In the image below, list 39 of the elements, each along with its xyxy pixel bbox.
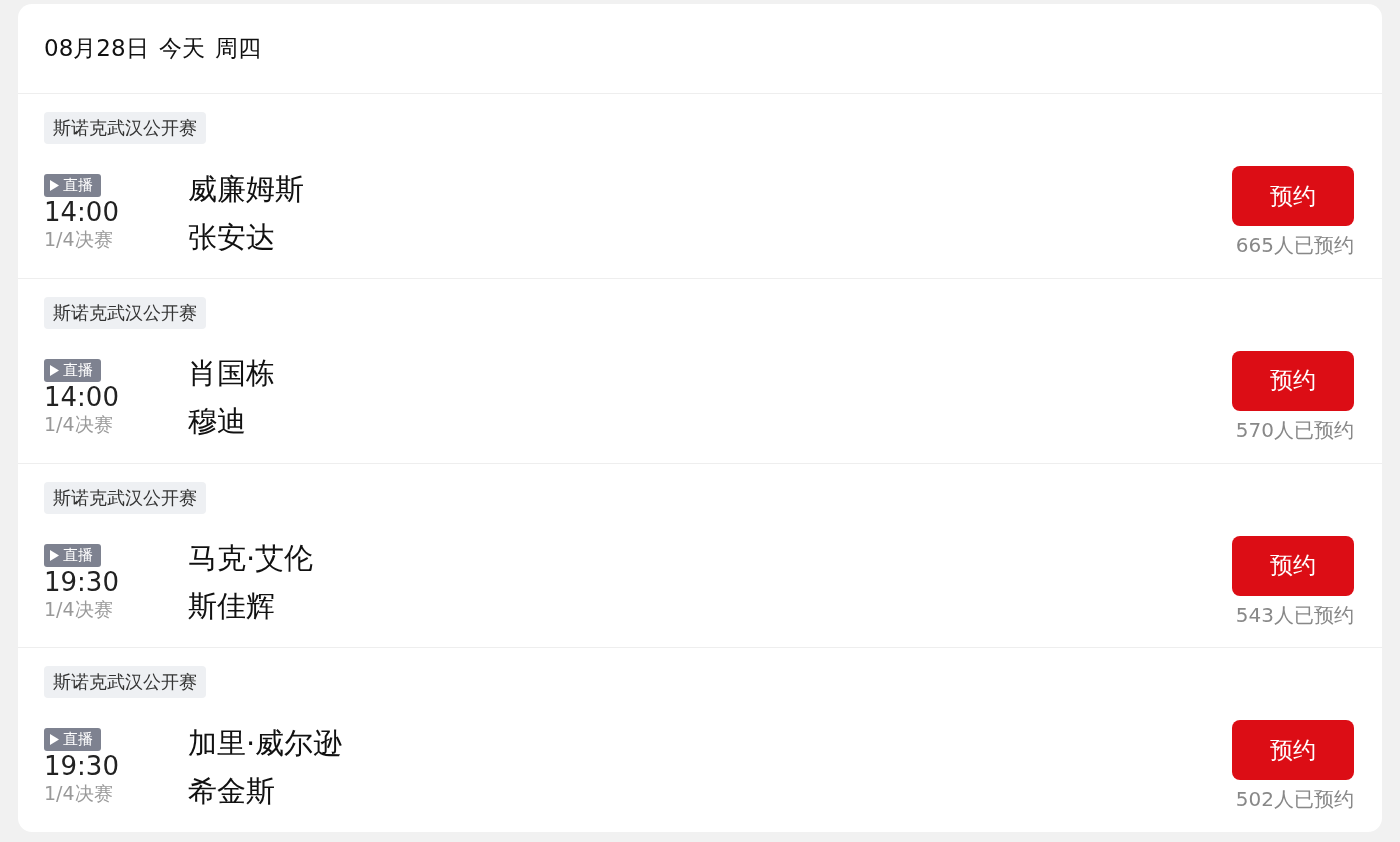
live-badge: 直播 xyxy=(44,728,101,752)
day-label: 今天 xyxy=(158,34,205,63)
tournament-tag: 斯诺克武汉公开赛 xyxy=(44,666,206,699)
reserve-button[interactable]: 预约 xyxy=(1232,535,1354,596)
player-name: 希金斯 xyxy=(188,772,276,810)
match-time: 19:30 xyxy=(44,751,119,782)
play-icon xyxy=(50,549,59,561)
live-badge: 直播 xyxy=(44,543,101,567)
date-text: 08月28日 xyxy=(44,34,149,63)
match-stage: 1/4决赛 xyxy=(44,781,113,806)
live-badge: 直播 xyxy=(44,358,101,382)
match-time: 19:30 xyxy=(44,566,119,597)
booked-count: 665人已预约 xyxy=(1235,232,1354,259)
match-stage: 1/4决赛 xyxy=(44,596,113,621)
play-icon xyxy=(50,180,59,191)
tournament-tag: 斯诺克武汉公开赛 xyxy=(44,296,206,329)
reserve-button[interactable]: 预约 xyxy=(1232,720,1354,781)
match-time: 14:00 xyxy=(44,381,119,412)
tournament-tag: 斯诺克武汉公开赛 xyxy=(44,112,206,144)
booked-count: 502人已预约 xyxy=(1235,786,1354,814)
tournament-tag: 斯诺克武汉公开赛 xyxy=(44,481,206,514)
player-name: 穆迪 xyxy=(188,403,247,441)
booked-count: 570人已预约 xyxy=(1235,416,1354,444)
play-icon xyxy=(50,364,59,376)
match-time: 14:00 xyxy=(44,197,119,227)
weekday-text: 周四 xyxy=(214,34,261,63)
booked-count: 543人已预约 xyxy=(1235,601,1354,629)
player-name: 肖国栋 xyxy=(188,355,276,393)
play-icon xyxy=(50,734,59,746)
reserve-button[interactable]: 预约 xyxy=(1232,350,1354,411)
reserve-button[interactable]: 预约 xyxy=(1232,166,1354,226)
player-name: 斯佳辉 xyxy=(188,588,276,625)
player-name: 威廉姆斯 xyxy=(188,170,305,208)
player-name: 马克·艾伦 xyxy=(188,540,315,577)
player-name: 加里·威尔逊 xyxy=(188,724,344,762)
live-badge: 直播 xyxy=(44,174,101,197)
player-name: 张安达 xyxy=(188,218,276,256)
match-stage: 1/4决赛 xyxy=(44,411,113,436)
match-stage: 1/4决赛 xyxy=(44,227,113,251)
